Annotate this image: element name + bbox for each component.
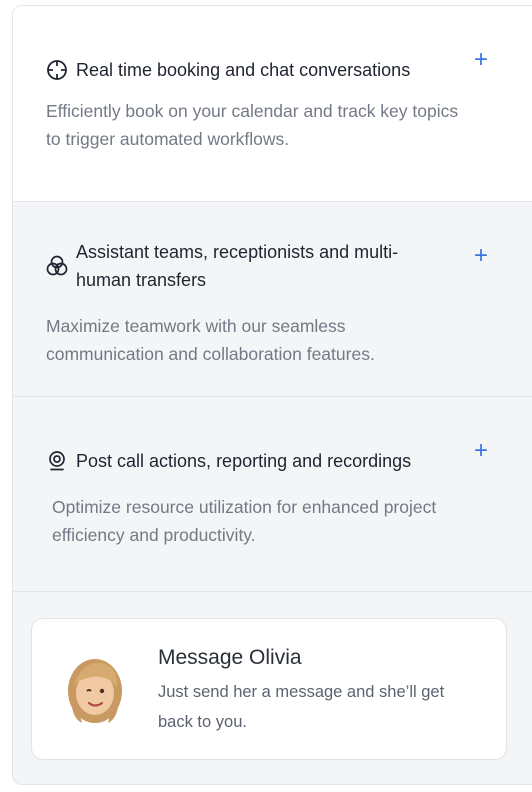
accordion-description: Efficiently book on your calendar and tr… [46, 101, 459, 149]
accordion-description: Optimize resource utilization for enhanc… [52, 497, 437, 545]
venn-circles-icon [46, 255, 68, 276]
accordion-item-booking[interactable]: Real time booking and chat conversations… [13, 6, 532, 202]
accordion-title: Assistant teams, receptionists and multi… [76, 242, 399, 290]
accordion-description: Maximize teamwork with our seamless comm… [46, 316, 375, 364]
accordion-title: Post call actions, reporting and recordi… [76, 451, 412, 471]
memoji-avatar [68, 659, 122, 723]
accordion-item-reporting[interactable]: Post call actions, reporting and recordi… [13, 397, 532, 592]
accordion-item-teams[interactable]: Assistant teams, receptionists and multi… [13, 202, 532, 397]
expand-plus-icon[interactable]: + [474, 244, 488, 268]
features-accordion: Real time booking and chat conversations… [12, 5, 532, 785]
expand-plus-icon[interactable]: + [474, 439, 488, 463]
message-olivia-card[interactable]: Message Olivia Just send her a message a… [31, 618, 507, 760]
accordion-title: Real time booking and chat conversations [76, 60, 411, 80]
active-item-indicator [12, 28, 13, 202]
message-card-subtitle: Just send her a message and she’ll get b… [158, 683, 445, 731]
expand-plus-icon[interactable]: + [474, 48, 488, 72]
accordion-header-reporting[interactable]: Post call actions, reporting and recordi… [46, 447, 411, 475]
location-pin-icon [49, 451, 65, 471]
target-icon [47, 60, 67, 80]
accordion-header-booking[interactable]: Real time booking and chat conversations [46, 56, 410, 84]
message-card-title: Message Olivia [158, 646, 302, 669]
accordion-header-teams[interactable]: Assistant teams, receptionists and multi… [46, 238, 446, 294]
